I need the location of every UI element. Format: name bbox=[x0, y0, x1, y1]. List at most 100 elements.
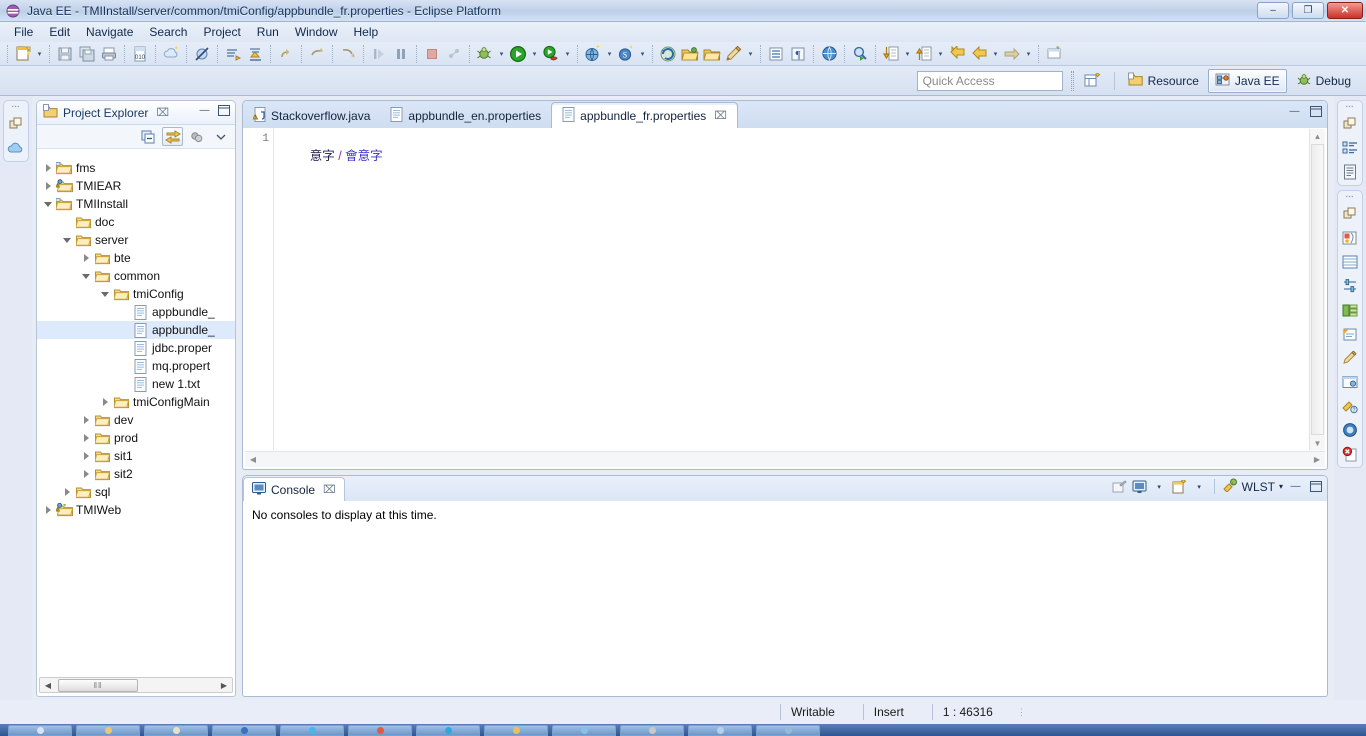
perspective-javaee[interactable]: Java EE bbox=[1207, 68, 1287, 93]
expand-arrow-icon[interactable] bbox=[98, 393, 112, 411]
scroll-down-icon[interactable]: ▼ bbox=[1311, 436, 1325, 450]
open-perspective-icon[interactable] bbox=[1082, 70, 1104, 92]
code-area[interactable]: 意字 / 會意字 bbox=[275, 128, 1308, 450]
expand-arrow-icon[interactable] bbox=[41, 177, 55, 195]
restore-button[interactable]: ❐ bbox=[1292, 2, 1324, 19]
previous-annotation-dropdown-icon[interactable]: ▾ bbox=[935, 43, 946, 65]
taskbar-item-4[interactable] bbox=[280, 724, 344, 736]
wlst-selector[interactable]: WLST ▾ bbox=[1222, 478, 1283, 495]
outline-view-icon[interactable] bbox=[1340, 138, 1360, 158]
menu-edit[interactable]: Edit bbox=[41, 23, 78, 41]
project-explorer-tab[interactable]: Project Explorer ⌧ — bbox=[37, 101, 235, 125]
editor-tab[interactable]: appbundle_en.properties bbox=[380, 103, 551, 128]
properties-table-icon[interactable] bbox=[1340, 252, 1360, 272]
tree-item[interactable]: mq.propert bbox=[37, 357, 235, 375]
pilcrow-icon[interactable]: ¶ bbox=[787, 43, 809, 65]
quick-access-input[interactable]: Quick Access bbox=[916, 70, 1063, 91]
tree-item[interactable]: ! TMIEAR bbox=[37, 177, 235, 195]
new-ejb-project-icon[interactable]: S bbox=[615, 43, 637, 65]
next-annotation-icon[interactable] bbox=[880, 43, 902, 65]
taskbar-item-11[interactable] bbox=[756, 724, 820, 736]
taskbar-item-10[interactable] bbox=[688, 724, 752, 736]
tree-item[interactable]: jdbc.proper bbox=[37, 339, 235, 357]
perspective-grip[interactable] bbox=[1070, 70, 1074, 91]
servers-view-icon[interactable] bbox=[1340, 276, 1360, 296]
menu-search[interactable]: Search bbox=[141, 23, 195, 41]
save-all-icon[interactable] bbox=[76, 43, 98, 65]
expand-arrow-icon[interactable] bbox=[79, 411, 93, 429]
new-window-icon[interactable] bbox=[1043, 43, 1065, 65]
snippets-view-icon[interactable] bbox=[1340, 324, 1360, 344]
disconnect-icon[interactable] bbox=[443, 43, 465, 65]
status-resize-grip[interactable]: ⋮ bbox=[1017, 708, 1026, 717]
document-view-icon[interactable] bbox=[1340, 162, 1360, 182]
tree-item[interactable]: dev bbox=[37, 411, 235, 429]
menu-run[interactable]: Run bbox=[249, 23, 287, 41]
close-icon[interactable]: ⌧ bbox=[156, 106, 169, 119]
hscroll-thumb[interactable]: ‖‖ bbox=[58, 678, 138, 692]
tree-item[interactable]: ! TMIWeb bbox=[37, 501, 235, 519]
collapse-arrow-icon[interactable] bbox=[98, 285, 112, 303]
taskbar-item-6[interactable] bbox=[416, 724, 480, 736]
collapse-arrow-icon[interactable] bbox=[60, 231, 74, 249]
new-server-dropdown-icon[interactable]: ▾ bbox=[604, 43, 615, 65]
maximize-icon[interactable] bbox=[216, 103, 231, 117]
palette-view-icon[interactable] bbox=[1340, 228, 1360, 248]
tree-item[interactable]: new 1.txt bbox=[37, 375, 235, 393]
scroll-right-icon[interactable]: ▶ bbox=[216, 678, 232, 692]
new-server-icon[interactable] bbox=[582, 43, 604, 65]
build-binary-icon[interactable]: 010 bbox=[129, 43, 151, 65]
run-dropdown-icon[interactable]: ▾ bbox=[529, 43, 540, 65]
tree-item[interactable]: sql bbox=[37, 483, 235, 501]
tree-item[interactable]: tmiConfig bbox=[37, 285, 235, 303]
minimize-icon[interactable]: — bbox=[1287, 104, 1302, 118]
edit-dropdown-icon[interactable]: ▾ bbox=[745, 43, 756, 65]
display-selected-console-icon[interactable] bbox=[1132, 480, 1147, 494]
help-view-icon[interactable] bbox=[1340, 420, 1360, 440]
perspective-debug[interactable]: Debug bbox=[1289, 69, 1358, 93]
restore-view-icon[interactable] bbox=[1340, 114, 1360, 134]
tree-item[interactable]: server bbox=[37, 231, 235, 249]
tree-item[interactable]: doc bbox=[37, 213, 235, 231]
collapse-all-button[interactable] bbox=[138, 127, 159, 146]
editor-vscrollbar[interactable]: ▲ ▼ bbox=[1309, 129, 1325, 450]
start-orb[interactable] bbox=[8, 724, 72, 736]
menu-window[interactable]: Window bbox=[287, 23, 346, 41]
previous-annotation-icon[interactable] bbox=[913, 43, 935, 65]
run-external-tools-icon[interactable] bbox=[540, 43, 562, 65]
annotations-view-icon[interactable]: ? bbox=[1340, 396, 1360, 416]
expand-arrow-icon[interactable] bbox=[60, 483, 74, 501]
tree-item[interactable]: appbundle_ bbox=[37, 303, 235, 321]
debug-dropdown-icon[interactable]: ▾ bbox=[496, 43, 507, 65]
expand-arrow-icon[interactable] bbox=[79, 249, 93, 267]
new-console-dropdown-icon[interactable]: ▾ bbox=[1192, 480, 1207, 494]
back-dropdown-icon[interactable]: ▾ bbox=[990, 43, 1001, 65]
menu-project[interactable]: Project bbox=[195, 23, 248, 41]
menu-help[interactable]: Help bbox=[346, 23, 387, 41]
open-folder-icon[interactable] bbox=[679, 43, 701, 65]
back-history-icon[interactable] bbox=[946, 43, 968, 65]
view-menu-filters-button[interactable] bbox=[186, 127, 207, 146]
wlst-dropdown-icon[interactable]: ▾ bbox=[1279, 482, 1283, 491]
search-run-icon[interactable] bbox=[849, 43, 871, 65]
restore-view-icon[interactable] bbox=[1340, 204, 1360, 224]
maximize-icon[interactable] bbox=[1308, 480, 1323, 494]
fastview-grip[interactable]: ▪▪▪ bbox=[1341, 104, 1359, 110]
open-console-icon[interactable] bbox=[1112, 479, 1127, 494]
refresh-deploy-icon[interactable] bbox=[657, 43, 679, 65]
next-annotation-dropdown-icon[interactable]: ▾ bbox=[902, 43, 913, 65]
resume-icon[interactable] bbox=[368, 43, 390, 65]
show-whitespace-icon[interactable] bbox=[765, 43, 787, 65]
step-return-icon[interactable] bbox=[337, 43, 359, 65]
close-icon[interactable]: ⌧ bbox=[714, 109, 727, 122]
forward-dropdown-icon[interactable]: ▾ bbox=[1023, 43, 1034, 65]
open-task-icon[interactable] bbox=[222, 43, 244, 65]
taskbar-item-5[interactable] bbox=[348, 724, 412, 736]
menu-navigate[interactable]: Navigate bbox=[78, 23, 141, 41]
fastview-grip[interactable]: ▪▪▪ bbox=[1341, 194, 1359, 200]
taskbar-item-1[interactable] bbox=[76, 724, 140, 736]
scroll-left-icon[interactable]: ◀ bbox=[40, 678, 56, 692]
new-wizard-icon[interactable] bbox=[12, 43, 34, 65]
link-with-editor-button[interactable] bbox=[162, 127, 183, 146]
save-icon[interactable] bbox=[54, 43, 76, 65]
